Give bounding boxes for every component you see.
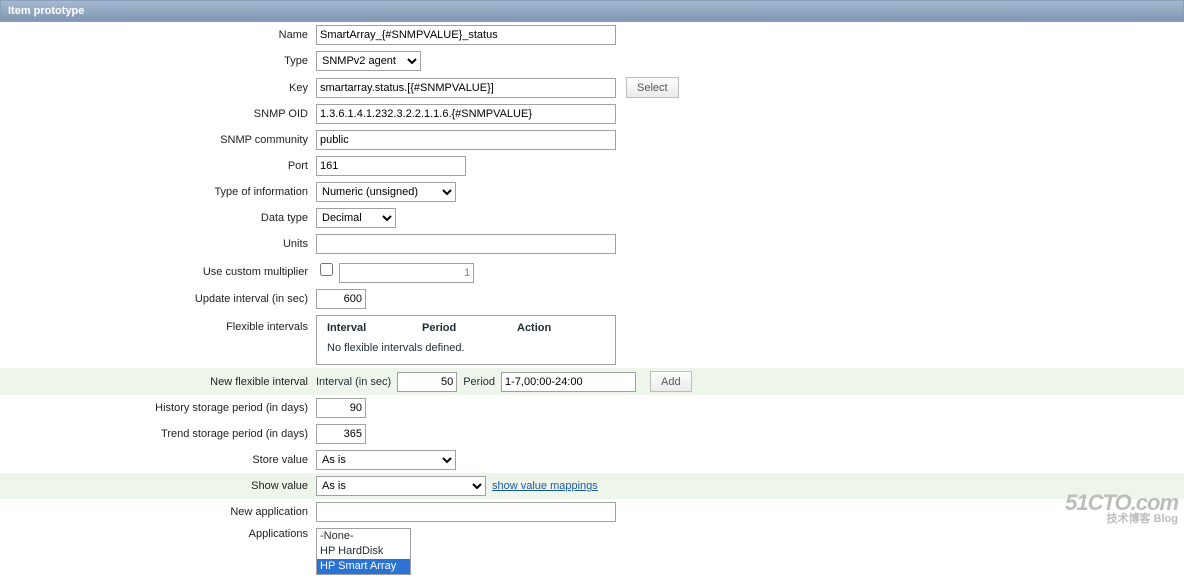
flex-col-action: Action	[517, 322, 605, 334]
select-button[interactable]: Select	[626, 77, 679, 98]
list-item[interactable]: HP Smart Array	[317, 559, 410, 574]
label-new-application: New application	[0, 499, 312, 525]
history-storage-input[interactable]	[316, 398, 366, 418]
label-key: Key	[0, 74, 312, 101]
type-of-information-select[interactable]: Numeric (unsigned)	[316, 182, 456, 202]
label-port: Port	[0, 153, 312, 179]
new-application-input[interactable]	[316, 502, 616, 522]
panel-title: Item prototype	[0, 0, 1184, 22]
type-select[interactable]: SNMPv2 agent	[316, 51, 421, 71]
snmp-community-input[interactable]	[316, 130, 616, 150]
data-type-select[interactable]: Decimal	[316, 208, 396, 228]
label-new-flexible-interval: New flexible interval	[0, 368, 312, 395]
label-use-custom-multiplier: Use custom multiplier	[0, 257, 312, 286]
label-snmp-community: SNMP community	[0, 127, 312, 153]
new-flex-period-label: Period	[463, 376, 495, 388]
label-units: Units	[0, 231, 312, 257]
snmp-oid-input[interactable]	[316, 104, 616, 124]
label-type: Type	[0, 48, 312, 74]
key-input[interactable]	[316, 78, 616, 98]
units-input[interactable]	[316, 234, 616, 254]
label-trend-storage: Trend storage period (in days)	[0, 421, 312, 447]
new-flex-period-input[interactable]	[501, 372, 636, 392]
flex-col-period: Period	[422, 322, 517, 334]
add-button[interactable]: Add	[650, 371, 692, 392]
flex-col-interval: Interval	[327, 322, 422, 334]
new-flex-interval-input[interactable]	[397, 372, 457, 392]
label-store-value: Store value	[0, 447, 312, 473]
show-value-select[interactable]: As is	[316, 476, 486, 496]
show-value-mappings-link[interactable]: show value mappings	[492, 480, 598, 492]
label-history-storage: History storage period (in days)	[0, 395, 312, 421]
store-value-select[interactable]: As is	[316, 450, 456, 470]
update-interval-input[interactable]	[316, 289, 366, 309]
flex-empty-text: No flexible intervals defined.	[317, 338, 615, 364]
label-applications: Applications	[0, 525, 312, 578]
label-type-of-information: Type of information	[0, 179, 312, 205]
use-custom-multiplier-checkbox[interactable]	[320, 263, 333, 276]
name-input[interactable]	[316, 25, 616, 45]
flexible-intervals-box: Interval Period Action No flexible inter…	[316, 315, 616, 365]
list-item[interactable]: HP HardDisk	[317, 544, 410, 559]
label-show-value: Show value	[0, 473, 312, 499]
label-name: Name	[0, 22, 312, 48]
label-update-interval: Update interval (in sec)	[0, 286, 312, 312]
port-input[interactable]	[316, 156, 466, 176]
form-table: Name Type SNMPv2 agent Key Select	[0, 22, 1184, 578]
custom-multiplier-value	[339, 263, 474, 283]
label-snmp-oid: SNMP OID	[0, 101, 312, 127]
label-flexible-intervals: Flexible intervals	[0, 312, 312, 368]
list-item[interactable]: -None-	[317, 529, 410, 544]
applications-listbox[interactable]: -None- HP HardDisk HP Smart Array	[316, 528, 411, 575]
new-flex-interval-label: Interval (in sec)	[316, 376, 391, 388]
label-data-type: Data type	[0, 205, 312, 231]
trend-storage-input[interactable]	[316, 424, 366, 444]
